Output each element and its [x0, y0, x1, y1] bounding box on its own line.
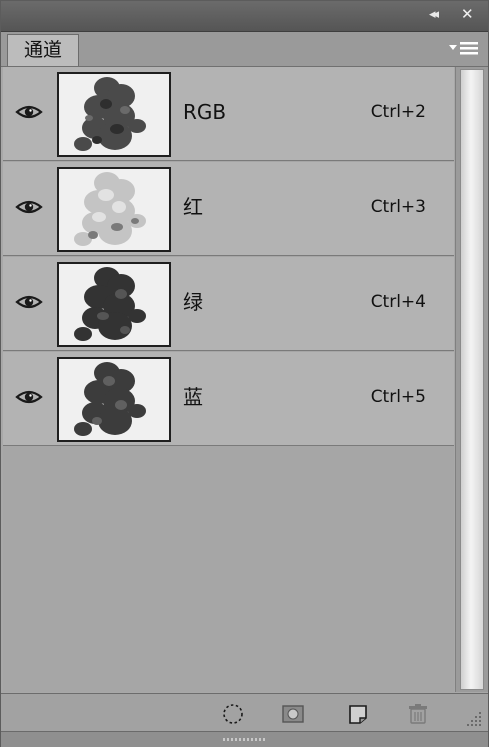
channel-thumbnail: [57, 72, 171, 157]
channel-shortcut: Ctrl+5: [370, 387, 426, 407]
tab-channels[interactable]: 通道: [7, 34, 79, 66]
channel-name: RGB: [183, 100, 227, 124]
panel-title-bar[interactable]: ◂◂ ✕: [1, 1, 488, 32]
channel-shortcut: Ctrl+2: [370, 102, 426, 122]
close-icon[interactable]: ✕: [461, 5, 474, 23]
channel-list: RGB Ctrl+2 红 Ctrl+3 绿 Ctrl+4 蓝 Ctrl+5: [3, 67, 454, 692]
resize-grip-icon[interactable]: [465, 710, 483, 728]
vertical-scrollbar[interactable]: [455, 67, 488, 692]
delete-channel-icon[interactable]: [406, 703, 430, 725]
panel-bottom-toolbar: [1, 693, 488, 731]
save-selection-as-channel-icon[interactable]: [281, 703, 305, 725]
channel-name: 红: [183, 195, 203, 219]
channel-row-red[interactable]: 红 Ctrl+3: [3, 162, 454, 256]
drag-handle-icon[interactable]: [223, 737, 267, 742]
eye-icon[interactable]: [15, 388, 43, 406]
channel-thumbnail: [57, 167, 171, 252]
channel-shortcut: Ctrl+3: [370, 197, 426, 217]
channels-panel: ◂◂ ✕ 通道 RGB Ctrl+2 红 Ctrl+3 绿 Ctrl+4 蓝 C…: [0, 0, 489, 747]
eye-icon[interactable]: [15, 198, 43, 216]
channel-thumbnail: [57, 357, 171, 442]
channel-row-blue[interactable]: 蓝 Ctrl+5: [3, 352, 454, 446]
new-channel-icon[interactable]: [346, 703, 370, 725]
channel-name: 绿: [183, 290, 203, 314]
channel-thumbnail: [57, 262, 171, 347]
panel-menu-icon[interactable]: [447, 39, 481, 57]
panel-resize-strip[interactable]: [1, 731, 488, 747]
channel-row-rgb[interactable]: RGB Ctrl+2: [3, 67, 454, 161]
scrollbar-thumb[interactable]: [460, 69, 484, 690]
panel-tab-strip: 通道: [1, 32, 488, 67]
channel-name: 蓝: [183, 385, 203, 409]
channel-shortcut: Ctrl+4: [370, 292, 426, 312]
double-chevron-left-icon[interactable]: ◂◂: [429, 6, 439, 24]
load-channel-as-selection-icon[interactable]: [221, 703, 245, 725]
eye-icon[interactable]: [15, 293, 43, 311]
eye-icon[interactable]: [15, 103, 43, 121]
channel-row-green[interactable]: 绿 Ctrl+4: [3, 257, 454, 351]
